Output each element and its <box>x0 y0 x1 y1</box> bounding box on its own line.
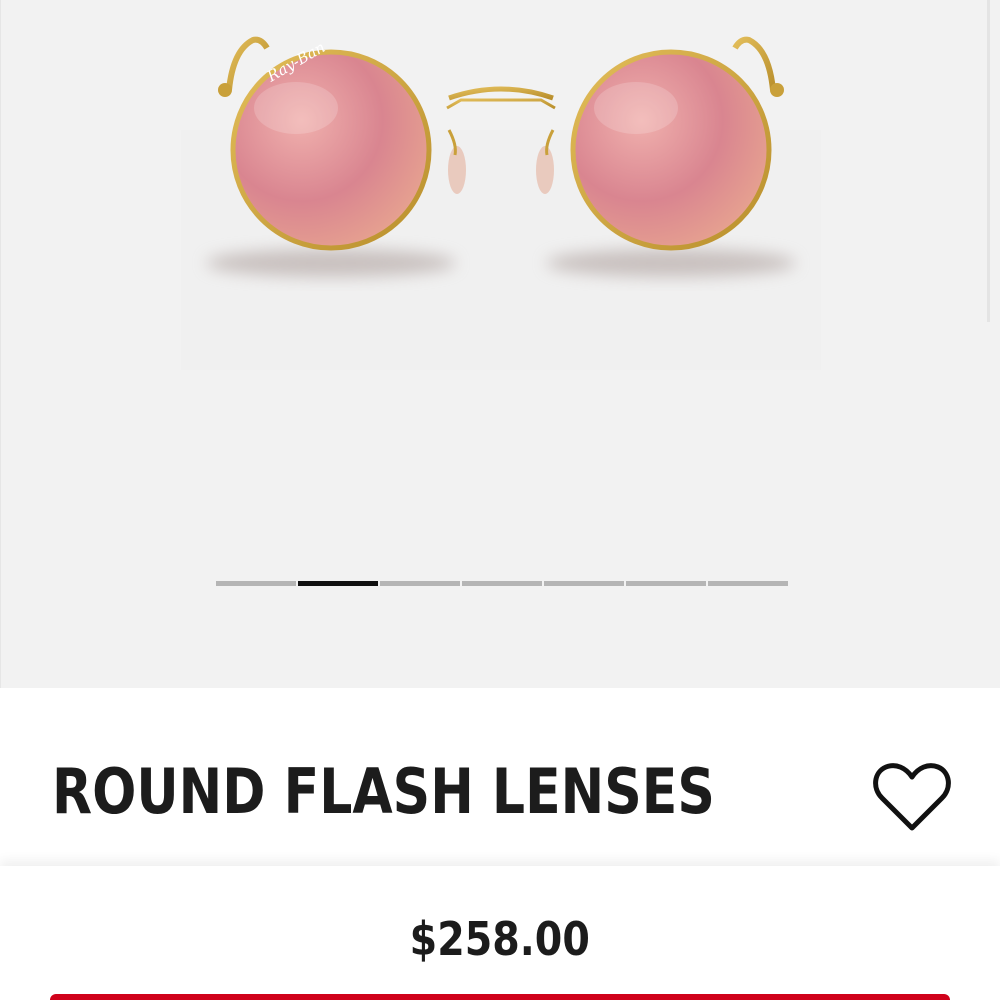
product-page: Ray-Ban ROUND FLASH LENSES $258.00 <box>0 0 1000 1000</box>
carousel-slide-7[interactable] <box>708 581 788 586</box>
carousel-slide-2[interactable] <box>298 581 378 586</box>
carousel-slide-6[interactable] <box>626 581 706 586</box>
price-value: $258.00 <box>409 912 591 966</box>
carousel-slide-1[interactable] <box>216 581 296 586</box>
gallery-scroll-edge <box>987 0 990 322</box>
product-title: ROUND FLASH LENSES <box>52 755 715 828</box>
product-price: $258.00 <box>0 912 1000 967</box>
carousel-slide-4[interactable] <box>462 581 542 586</box>
carousel-slide-5[interactable] <box>544 581 624 586</box>
carousel-slide-3[interactable] <box>380 581 460 586</box>
add-to-cart-button[interactable] <box>50 994 950 1000</box>
product-image-sunglasses[interactable]: Ray-Ban <box>181 20 821 380</box>
product-image-gallery[interactable]: Ray-Ban <box>0 0 1000 688</box>
heart-outline-icon <box>873 763 951 831</box>
carousel-indicator <box>216 581 788 586</box>
wishlist-button[interactable] <box>870 760 954 836</box>
